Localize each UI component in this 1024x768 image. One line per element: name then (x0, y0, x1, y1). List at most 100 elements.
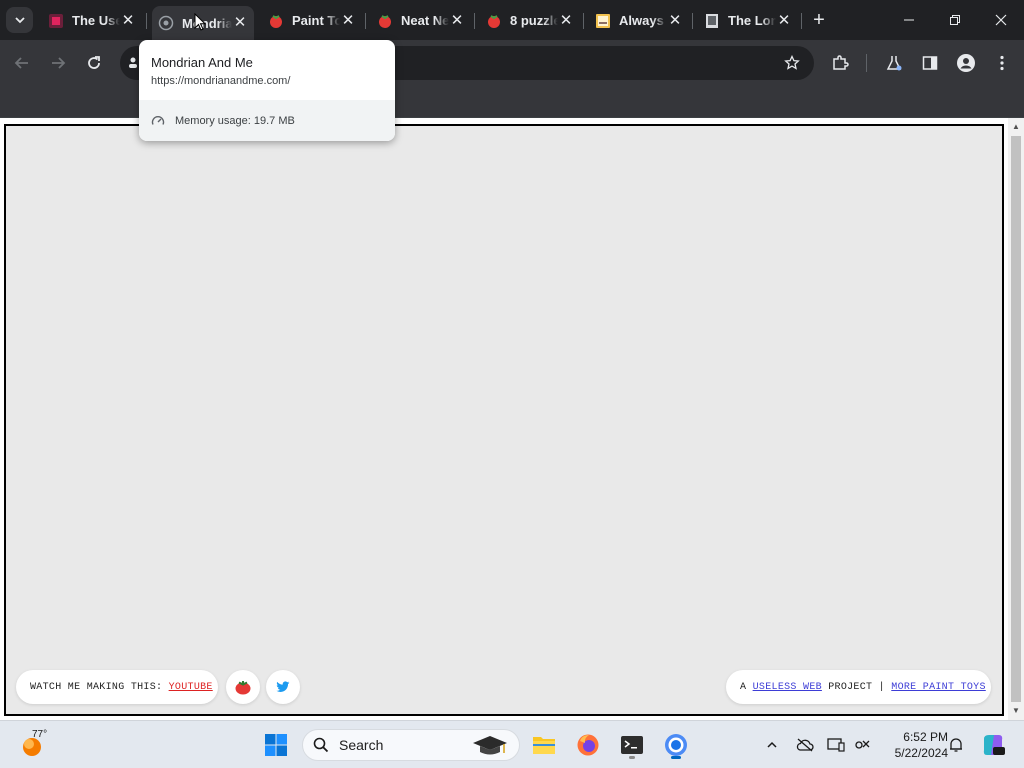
firefox-icon (577, 734, 599, 756)
vertical-scrollbar[interactable]: ▲ ▼ (1008, 118, 1024, 720)
tab-separator (146, 13, 147, 29)
watch-me-pill: WATCH ME MAKING THIS: YOUTUBE (16, 670, 218, 704)
close-icon[interactable]: ✕ (667, 12, 683, 29)
new-tab-button[interactable]: + (808, 9, 830, 31)
restore-icon (950, 15, 960, 25)
close-icon[interactable]: ✕ (120, 12, 136, 29)
bookmark-star-icon[interactable] (784, 55, 800, 71)
weather-widget[interactable]: 77° (20, 729, 60, 759)
tab-separator (801, 13, 802, 29)
tab-title: The Long (728, 13, 776, 28)
useless-web-link[interactable]: USELESS WEB (753, 682, 822, 693)
windows-taskbar: 77° Search 6:52 PM 5/22/2024 (0, 720, 1024, 768)
twitter-bird-icon (276, 681, 290, 693)
tab-separator (692, 13, 693, 29)
cloud-off-icon (796, 738, 814, 752)
file-explorer-button[interactable] (528, 729, 560, 761)
terminal-icon (621, 736, 643, 754)
restore-button[interactable] (932, 0, 978, 40)
arrow-left-icon (14, 57, 28, 69)
forward-button[interactable] (44, 49, 72, 77)
project-label: PROJECT (821, 681, 879, 693)
display-tray-button[interactable] (826, 735, 846, 755)
tab-8-puzzle[interactable]: 8 puzzle ✕ (480, 6, 580, 35)
tab-always[interactable]: Always ✕ (589, 6, 689, 35)
tomato-favicon (488, 14, 500, 28)
useless-web-favicon (49, 13, 63, 28)
tab-title: Mondrian And Me (182, 15, 232, 31)
mondrian-canvas[interactable]: WATCH ME MAKING THIS: YOUTUBE A USELESS … (4, 124, 1004, 716)
tomato-favicon (270, 14, 282, 28)
scroll-down-arrow-icon[interactable]: ▼ (1011, 706, 1021, 716)
folder-icon (533, 737, 555, 754)
tab-separator (474, 13, 475, 29)
close-icon (995, 14, 1007, 26)
hovercard-title: Mondrian And Me (151, 55, 253, 70)
show-hidden-icons-button[interactable] (762, 735, 782, 755)
network-icon (855, 740, 870, 749)
tab-title: Paint Toys (292, 13, 340, 28)
mouse-cursor-icon (194, 13, 206, 31)
back-button[interactable] (8, 49, 36, 77)
close-window-button[interactable] (978, 0, 1024, 40)
tab-paint-toys[interactable]: Paint Toys ✕ (262, 6, 362, 35)
onedrive-tray-button[interactable] (795, 735, 815, 755)
menu-button[interactable] (988, 49, 1016, 77)
chevron-up-icon (767, 741, 777, 748)
copilot-button[interactable] (980, 732, 1006, 758)
clock-time: 6:52 PM (903, 730, 948, 744)
close-icon[interactable]: ✕ (558, 12, 574, 29)
tab-title: 8 puzzle (510, 13, 558, 28)
side-panel-button[interactable] (916, 49, 944, 77)
reload-icon (88, 56, 100, 69)
tomato-icon (235, 681, 251, 695)
close-icon[interactable]: ✕ (340, 12, 356, 29)
taskbar-clock[interactable]: 6:52 PM 5/22/2024 (878, 729, 948, 761)
scroll-thumb[interactable] (1011, 136, 1021, 702)
tab-title: Always (619, 13, 664, 28)
chrome-button[interactable] (660, 729, 692, 761)
page-favicon (706, 13, 718, 28)
tab-hover-card: Mondrian And Me https://mondrianandme.co… (139, 40, 395, 141)
search-placeholder: Search (339, 737, 384, 753)
tomato-favicon (379, 14, 391, 28)
graduation-cap-icon (473, 736, 507, 755)
firefox-button[interactable] (572, 729, 604, 761)
close-icon[interactable]: ✕ (776, 12, 792, 29)
tab-search-button[interactable] (6, 7, 33, 33)
puzzle-icon (833, 55, 849, 70)
copilot-icon (983, 735, 1005, 755)
hovercard-url: https://mondrianandme.com/ (151, 75, 291, 87)
labs-button[interactable] (880, 49, 908, 77)
tab-strip: The Useless Web ✕ Mondrian And Me ✕ Pain… (0, 0, 1024, 40)
twitter-link[interactable] (266, 670, 300, 704)
extensions-button[interactable] (826, 49, 854, 77)
tab-title: The Useless Web (72, 13, 120, 28)
taskbar-search-box[interactable]: Search (302, 729, 520, 761)
terminal-button[interactable] (616, 729, 648, 761)
tomato-link[interactable] (226, 670, 260, 704)
reload-button[interactable] (80, 49, 108, 77)
avatar-icon (957, 54, 975, 72)
windows-logo-icon (265, 734, 287, 756)
minimize-icon (904, 19, 914, 21)
profile-button[interactable] (952, 49, 980, 77)
close-icon[interactable]: ✕ (449, 12, 465, 29)
network-tray-button[interactable] (852, 735, 872, 755)
kebab-menu-icon (1000, 55, 1004, 71)
minimize-button[interactable] (886, 0, 932, 40)
scroll-up-arrow-icon[interactable]: ▲ (1011, 122, 1021, 132)
notifications-button[interactable] (946, 735, 966, 755)
tab-neat-nes[interactable]: Neat Nes ✕ (371, 6, 471, 35)
bell-icon (950, 738, 962, 752)
chevron-down-icon (14, 17, 25, 24)
memory-gauge-icon (151, 115, 165, 125)
youtube-link[interactable]: YOUTUBE (169, 682, 213, 693)
prefix-label: A (740, 681, 753, 693)
active-indicator (671, 756, 681, 759)
more-paint-toys-link[interactable]: MORE PAINT TOYS (891, 682, 986, 693)
close-icon[interactable]: ✕ (232, 15, 248, 31)
tab-useless-web[interactable]: The Useless Web ✕ (42, 6, 142, 35)
start-button[interactable] (260, 729, 292, 761)
tab-the-long[interactable]: The Long ✕ (698, 6, 798, 35)
